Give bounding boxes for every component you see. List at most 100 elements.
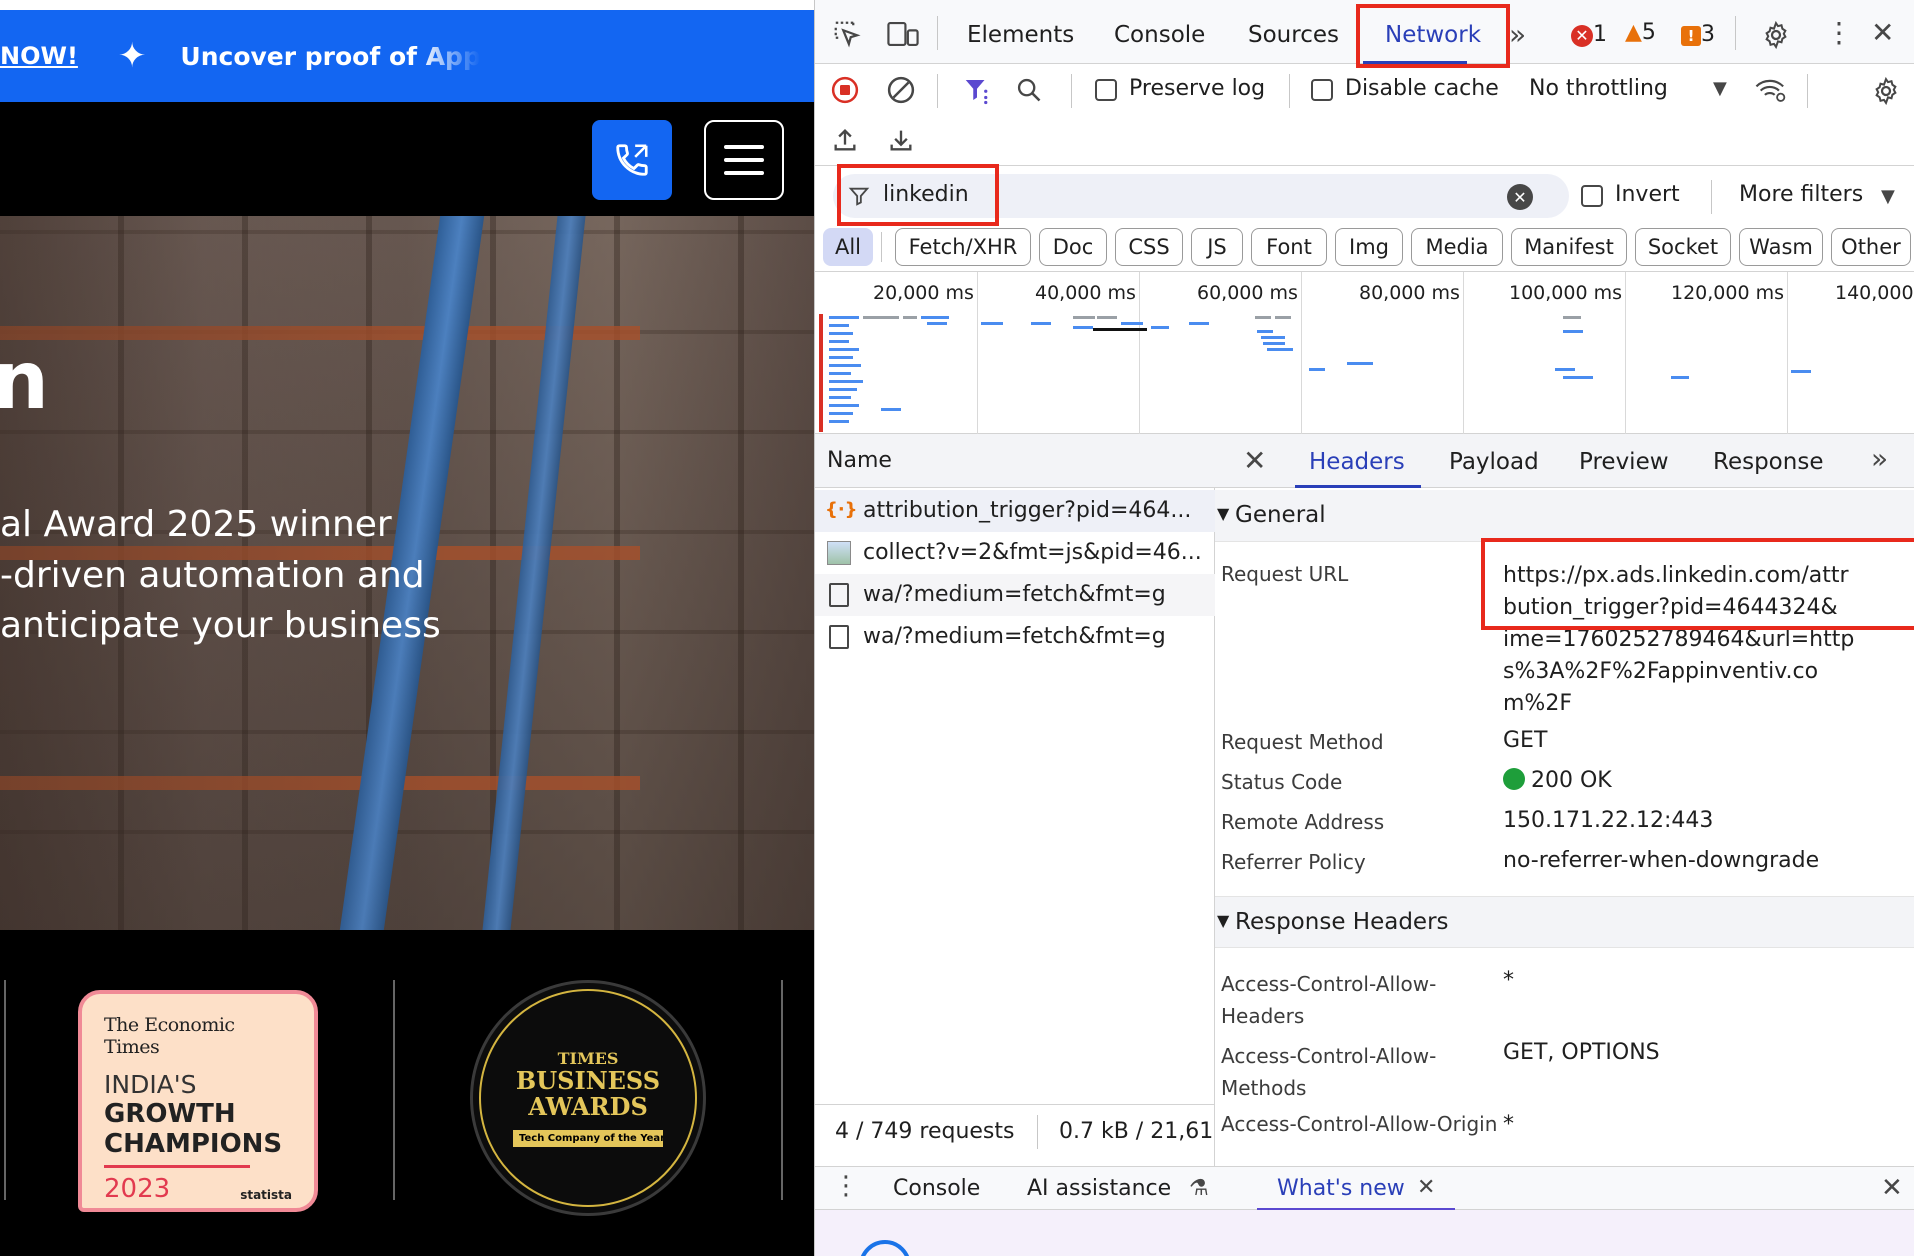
request-url-line: m%2F — [1503, 691, 1572, 716]
throttling-select[interactable]: No throttling — [1529, 76, 1668, 101]
awards-divider — [393, 980, 395, 1200]
phone-icon — [616, 144, 648, 176]
clear-icon[interactable] — [885, 74, 917, 106]
preserve-log-checkbox[interactable] — [1095, 79, 1117, 101]
waterfall-bar — [829, 324, 849, 327]
request-row-attribution-trigger[interactable]: {·} attribution_trigger?pid=464... — [815, 490, 1215, 532]
type-chip-socket[interactable]: Socket — [1635, 228, 1731, 266]
whats-new-logo-icon — [859, 1240, 911, 1256]
waterfall-bar — [1073, 316, 1095, 319]
referrer-policy-label: Referrer Policy — [1221, 850, 1366, 874]
response-headers-section-header[interactable]: ▼ Response Headers — [1215, 896, 1914, 948]
hamburger-menu-button[interactable] — [704, 120, 784, 200]
acah-label: Access-Control-Allow- Headers — [1221, 968, 1436, 1032]
tab-headers[interactable]: Headers — [1309, 449, 1405, 475]
drawer-tab-whats-new[interactable]: What's new — [1277, 1176, 1405, 1201]
request-row-wa-2[interactable]: wa/?medium=fetch&fmt=g — [815, 616, 1215, 658]
status-ok-dot-icon — [1503, 768, 1525, 790]
export-har-download-icon[interactable] — [885, 124, 917, 156]
close-details-icon[interactable]: ✕ — [1243, 444, 1266, 477]
drawer-tab-ai-assistance[interactable]: AI assistance — [1027, 1176, 1171, 1201]
type-chip-css[interactable]: CSS — [1115, 228, 1183, 266]
request-name: wa/?medium=fetch&fmt=g — [863, 624, 1166, 649]
type-chip-all[interactable]: All — [823, 228, 873, 266]
waterfall-bar — [1555, 368, 1575, 371]
waterfall-bar — [829, 372, 851, 375]
record-stop-icon[interactable] — [829, 74, 861, 106]
waterfall-bar — [1563, 316, 1581, 319]
call-button[interactable] — [592, 120, 672, 200]
issues-count[interactable]: ! 3 — [1681, 22, 1715, 47]
network-settings-gear-icon[interactable] — [1869, 74, 1903, 108]
type-chip-doc[interactable]: Doc — [1039, 228, 1107, 266]
type-chip-other[interactable]: Other — [1831, 228, 1911, 266]
waterfall-bar — [829, 364, 861, 367]
issues-count-value: 3 — [1701, 22, 1715, 47]
waterfall-bar — [927, 322, 947, 325]
type-chip-wasm[interactable]: Wasm — [1739, 228, 1823, 266]
type-chip-media[interactable]: Media — [1411, 228, 1503, 266]
general-section-header[interactable]: ▼ General — [1215, 490, 1914, 542]
close-drawer-icon[interactable]: ✕ — [1881, 1173, 1903, 1203]
type-chip-js[interactable]: JS — [1191, 228, 1243, 266]
waterfall-bar — [1563, 330, 1583, 333]
name-column-header[interactable]: Name — [815, 434, 1215, 488]
network-status-bar: 4 / 749 requests 0.7 kB / 21,612 — [815, 1104, 1215, 1156]
promo-banner: NOW! ✦ Uncover proof of Appinve — [0, 10, 814, 102]
timeline-tick: 140,000 — [1835, 282, 1914, 304]
waterfall-bar — [829, 380, 863, 383]
request-row-wa-1[interactable]: wa/?medium=fetch&fmt=g — [815, 574, 1215, 616]
warning-count[interactable]: ▲5 — [1625, 20, 1656, 45]
type-chip-fetch-xhr[interactable]: Fetch/XHR — [895, 228, 1031, 266]
drawer-tab-console[interactable]: Console — [893, 1176, 980, 1201]
close-whats-new-icon[interactable]: ✕ — [1417, 1175, 1435, 1200]
kebab-menu-icon[interactable]: ⋮ — [1825, 16, 1853, 49]
waterfall-bar — [1097, 316, 1117, 319]
tab-console[interactable]: Console — [1114, 22, 1205, 48]
waterfall-bar — [1255, 316, 1271, 319]
waterfall-bar — [981, 322, 1003, 325]
waterfall-bar — [1189, 322, 1209, 325]
type-chip-manifest[interactable]: Manifest — [1511, 228, 1627, 266]
waterfall-bar — [829, 348, 859, 351]
waterfall-bar — [863, 316, 899, 319]
tab-payload[interactable]: Payload — [1449, 449, 1539, 475]
menu-bar — [724, 158, 764, 162]
more-filters-dropdown-icon[interactable]: ▼ — [1881, 186, 1895, 207]
import-har-upload-icon[interactable] — [829, 124, 861, 156]
network-overview-timeline[interactable]: 20,000 ms 40,000 ms 60,000 ms 80,000 ms … — [815, 272, 1914, 434]
more-filters-button[interactable]: More filters — [1739, 182, 1863, 207]
disable-cache-checkbox[interactable] — [1311, 79, 1333, 101]
clear-filter-icon[interactable]: ✕ — [1507, 184, 1533, 210]
drawer-menu-icon[interactable]: ⋮ — [833, 1171, 859, 1201]
hero-section: n al Award 2025 winner -driven automatio… — [0, 216, 814, 930]
tab-preview[interactable]: Preview — [1579, 449, 1669, 475]
throttling-dropdown-icon[interactable]: ▼ — [1713, 78, 1727, 99]
type-chip-font[interactable]: Font — [1251, 228, 1327, 266]
more-detail-tabs-icon[interactable]: » — [1871, 442, 1888, 475]
request-row-collect[interactable]: collect?v=2&fmt=js&pid=46... — [815, 532, 1215, 574]
device-toolbar-icon[interactable] — [885, 18, 921, 50]
tab-elements[interactable]: Elements — [967, 22, 1074, 48]
invert-checkbox[interactable] — [1581, 185, 1603, 207]
more-tabs-icon[interactable]: » — [1509, 18, 1526, 51]
filter-value-highlight — [837, 164, 999, 226]
inspect-element-icon[interactable] — [831, 18, 863, 50]
image-request-icon — [827, 541, 851, 565]
filter-row: linkedin ✕ Invert More filters ▼ — [815, 164, 1914, 226]
collapse-triangle-icon: ▼ — [1217, 911, 1230, 930]
waterfall-bar — [1073, 326, 1093, 329]
et-brand: The Economic Times — [104, 1014, 235, 1058]
banner-cta-link[interactable]: NOW! — [0, 42, 78, 70]
settings-gear-icon[interactable] — [1759, 18, 1793, 52]
tab-response[interactable]: Response — [1713, 449, 1823, 475]
type-chip-img[interactable]: Img — [1335, 228, 1403, 266]
close-devtools-icon[interactable]: ✕ — [1871, 16, 1894, 49]
error-count[interactable]: ✕ 1 — [1571, 22, 1607, 47]
network-conditions-icon[interactable] — [1753, 74, 1789, 106]
et-partner: statista — [240, 1188, 292, 1202]
tab-sources[interactable]: Sources — [1248, 22, 1339, 48]
search-icon[interactable] — [1013, 74, 1045, 106]
banner-text: Uncover proof of Appinve — [180, 41, 481, 71]
filter-funnel-icon[interactable] — [961, 74, 993, 106]
